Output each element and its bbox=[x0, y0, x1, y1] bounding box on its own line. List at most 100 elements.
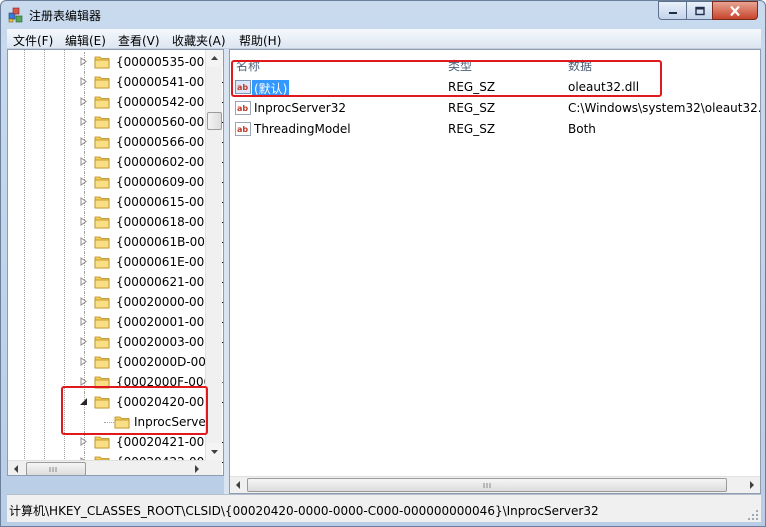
value-type: REG_SZ bbox=[448, 101, 496, 115]
arrow-right-icon bbox=[195, 465, 199, 473]
collapsed-triangle-icon[interactable] bbox=[80, 357, 88, 366]
tree-item[interactable]: {0002000D-0000 bbox=[8, 352, 221, 372]
close-button[interactable] bbox=[712, 1, 758, 20]
value-data: C:\Windows\system32\oleaut32.c bbox=[568, 101, 761, 115]
title-bar[interactable]: 注册表编辑器 bbox=[1, 1, 765, 29]
svg-text:ab: ab bbox=[237, 104, 248, 113]
collapsed-triangle-icon[interactable] bbox=[80, 157, 88, 166]
collapsed-triangle-icon[interactable] bbox=[80, 277, 88, 286]
tree-item[interactable]: {00000535-0000- bbox=[8, 52, 223, 72]
value-data: Both bbox=[568, 122, 596, 136]
scroll-left-button[interactable] bbox=[8, 461, 25, 475]
collapsed-triangle-icon[interactable] bbox=[80, 237, 88, 246]
scroll-right-button[interactable] bbox=[743, 477, 760, 493]
folder-icon bbox=[94, 276, 110, 289]
collapsed-triangle-icon[interactable] bbox=[80, 257, 88, 266]
arrow-left-icon bbox=[14, 465, 18, 473]
collapsed-triangle-icon[interactable] bbox=[80, 137, 88, 146]
folder-icon bbox=[94, 256, 110, 269]
menu-file[interactable]: 文件(F) bbox=[13, 32, 53, 49]
folder-icon bbox=[94, 316, 110, 329]
folder-icon bbox=[94, 216, 110, 229]
tree-item[interactable]: {00020000-0000- bbox=[8, 292, 223, 312]
folder-icon bbox=[94, 356, 110, 369]
tree-horizontal-scrollbar[interactable] bbox=[8, 460, 222, 475]
tree-item[interactable]: {00000541-0000- bbox=[8, 72, 223, 92]
values-horizontal-scrollbar[interactable] bbox=[230, 476, 760, 493]
registry-editor-icon bbox=[8, 7, 23, 23]
svg-text:ab: ab bbox=[237, 125, 248, 134]
tree-item[interactable]: {00000602-0000- bbox=[8, 152, 223, 172]
folder-icon bbox=[94, 156, 110, 169]
collapsed-triangle-icon[interactable] bbox=[80, 437, 88, 446]
value-name: InprocServer32 bbox=[254, 101, 346, 115]
values-hscroll-thumb[interactable] bbox=[247, 478, 727, 492]
resize-grip-icon[interactable] bbox=[747, 509, 759, 521]
arrow-left-icon bbox=[236, 481, 240, 489]
folder-icon bbox=[94, 296, 110, 309]
grip-icon bbox=[483, 483, 491, 488]
folder-icon bbox=[94, 76, 110, 89]
grip-icon bbox=[49, 467, 57, 472]
folder-icon bbox=[94, 436, 110, 449]
minimize-icon bbox=[668, 11, 677, 14]
collapsed-triangle-icon[interactable] bbox=[80, 97, 88, 106]
tree-item[interactable]: {00000618-0000- bbox=[8, 212, 223, 232]
menu-help[interactable]: 帮助(H) bbox=[239, 32, 281, 49]
collapsed-triangle-icon[interactable] bbox=[80, 57, 88, 66]
window-title: 注册表编辑器 bbox=[29, 9, 102, 23]
collapsed-triangle-icon[interactable] bbox=[80, 217, 88, 226]
scroll-down-button[interactable] bbox=[206, 443, 223, 460]
menu-bar: 文件(F) 编辑(E) 查看(V) 收藏夹(A) 帮助(H) bbox=[7, 29, 761, 49]
value-row-inprocserver32[interactable]: ab InprocServer32 REG_SZ C:\Windows\syst… bbox=[234, 98, 761, 118]
tree-item[interactable]: {0000061B-0000- bbox=[8, 232, 223, 252]
minimize-button[interactable] bbox=[658, 1, 686, 20]
collapsed-triangle-icon[interactable] bbox=[80, 177, 88, 186]
value-row-threadingmodel[interactable]: ab ThreadingModel REG_SZ Both bbox=[234, 119, 760, 139]
tree-item[interactable]: {00000560-0000- bbox=[8, 112, 223, 132]
folder-icon bbox=[94, 56, 110, 69]
tree-item[interactable]: {00000615-0000- bbox=[8, 192, 223, 212]
folder-icon bbox=[94, 236, 110, 249]
collapsed-triangle-icon[interactable] bbox=[80, 377, 88, 386]
menu-view[interactable]: 查看(V) bbox=[118, 32, 160, 49]
tree-hscroll-thumb[interactable] bbox=[26, 462, 86, 475]
folder-icon bbox=[94, 136, 110, 149]
tree-item[interactable]: {00000566-0000- bbox=[8, 132, 223, 152]
folder-icon bbox=[94, 176, 110, 189]
arrow-right-icon bbox=[750, 481, 754, 489]
collapsed-triangle-icon[interactable] bbox=[80, 77, 88, 86]
folder-icon bbox=[94, 336, 110, 349]
tree-item[interactable]: {00020001-0000- bbox=[8, 312, 223, 332]
collapsed-triangle-icon[interactable] bbox=[80, 197, 88, 206]
maximize-icon bbox=[694, 6, 705, 15]
collapsed-triangle-icon[interactable] bbox=[80, 297, 88, 306]
collapsed-triangle-icon[interactable] bbox=[80, 317, 88, 326]
tree-item[interactable]: {00000621-0000- bbox=[8, 272, 223, 292]
tree-item[interactable]: {00000542-0000- bbox=[8, 92, 223, 112]
highlight-box-values bbox=[231, 60, 662, 97]
string-value-icon: ab bbox=[235, 122, 251, 136]
scroll-right-button[interactable] bbox=[188, 461, 205, 475]
tree-scroll-thumb[interactable] bbox=[207, 112, 222, 130]
scroll-left-button[interactable] bbox=[230, 477, 247, 493]
arrow-down-icon bbox=[211, 450, 218, 454]
tree-item[interactable]: {00000609-0000- bbox=[8, 172, 223, 192]
collapsed-triangle-icon[interactable] bbox=[80, 117, 88, 126]
value-type: REG_SZ bbox=[448, 122, 496, 136]
scrollbar-corner bbox=[205, 460, 222, 475]
menu-favorites[interactable]: 收藏夹(A) bbox=[172, 32, 226, 49]
folder-icon bbox=[94, 196, 110, 209]
maximize-button[interactable] bbox=[686, 1, 712, 20]
values-pane[interactable]: 名称 类型 数据 ab (默认) REG_SZ oleaut32.dll ab … bbox=[229, 49, 761, 494]
tree-item[interactable]: {00020003-0000- bbox=[8, 332, 223, 352]
menu-edit[interactable]: 编辑(E) bbox=[65, 32, 106, 49]
folder-icon bbox=[94, 96, 110, 109]
tree-item[interactable]: {0000061E-0000- bbox=[8, 252, 223, 272]
folder-icon bbox=[94, 116, 110, 129]
scroll-up-button[interactable] bbox=[206, 50, 223, 67]
collapsed-triangle-icon[interactable] bbox=[80, 337, 88, 346]
close-icon bbox=[730, 5, 740, 16]
tree-item[interactable]: {00020421-0000- bbox=[8, 432, 223, 452]
string-value-icon: ab bbox=[235, 101, 251, 115]
